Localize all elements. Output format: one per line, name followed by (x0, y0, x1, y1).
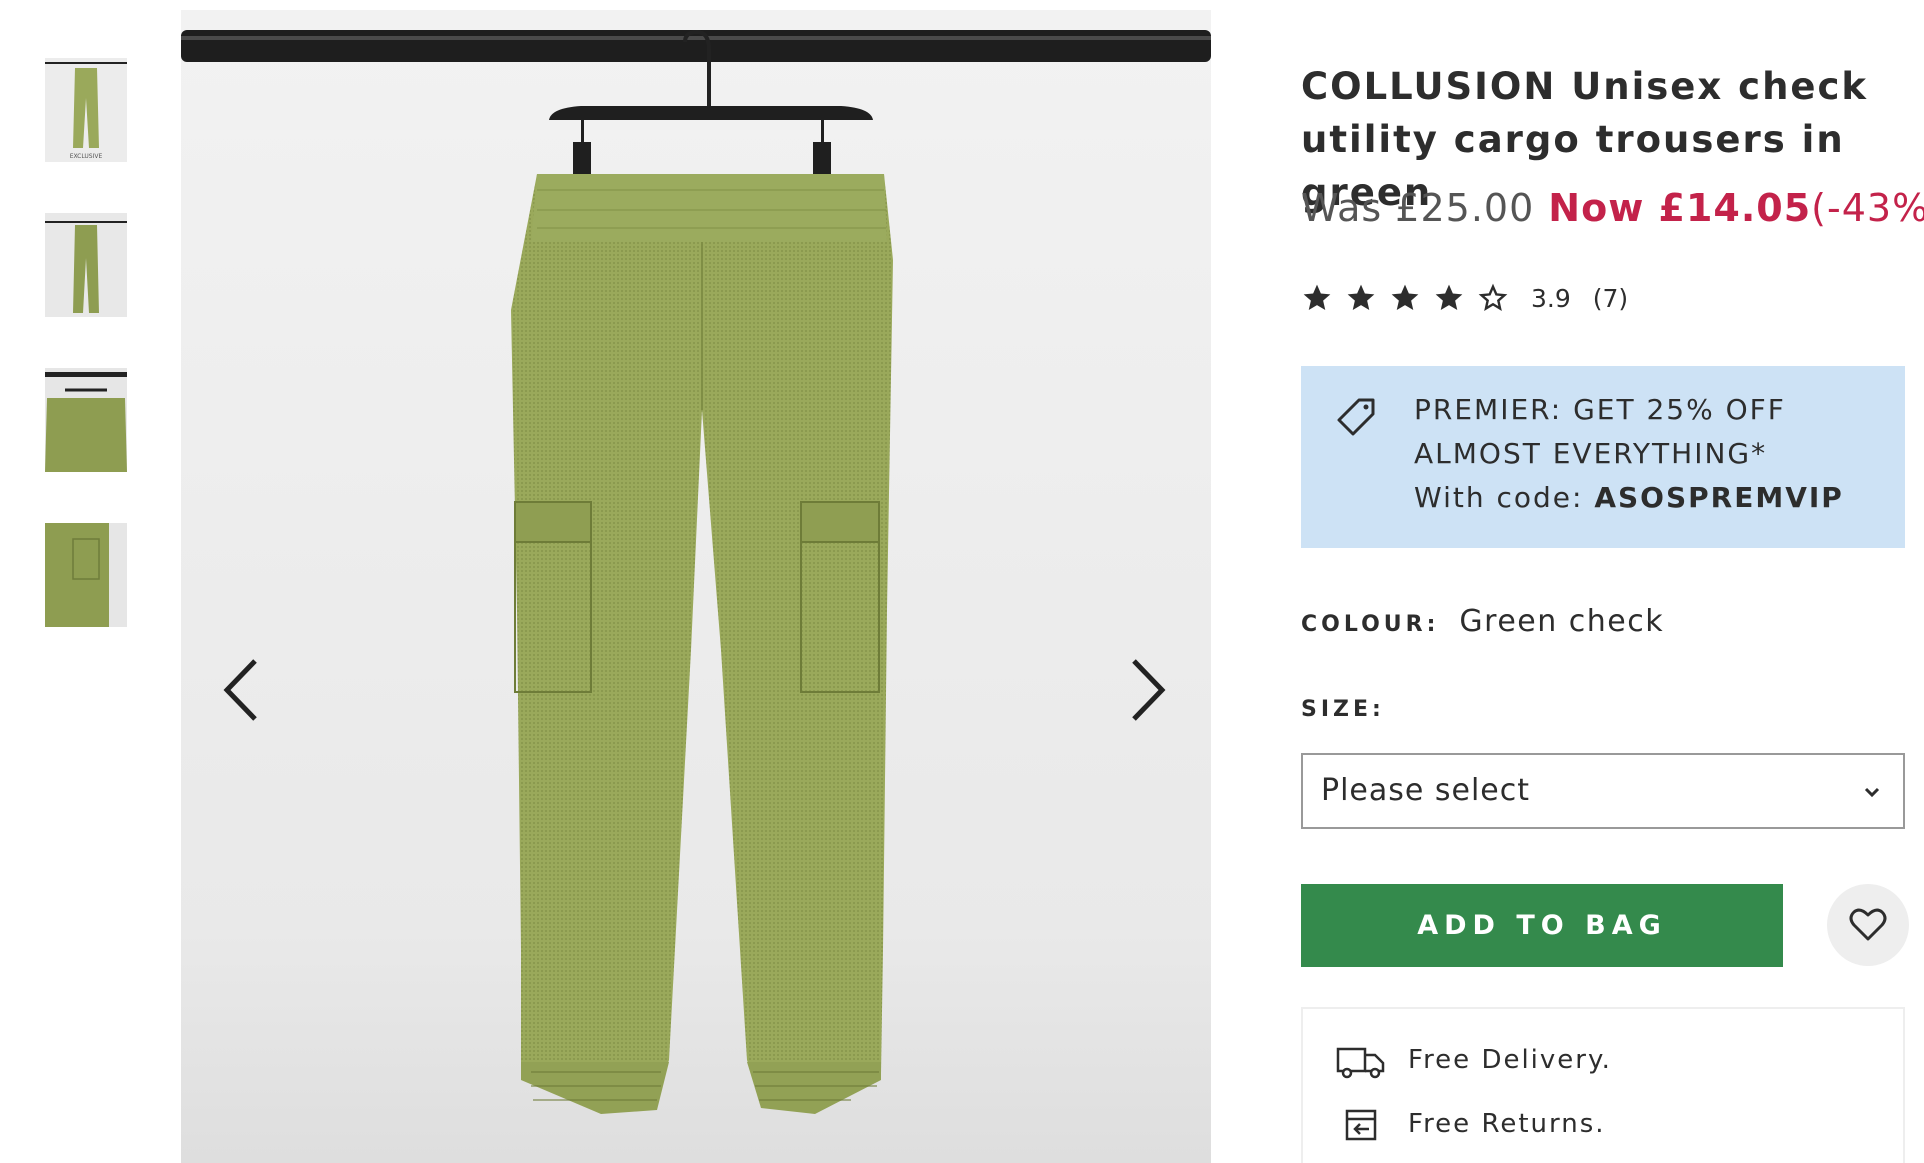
price-row: Was £25.00 Now £14.05(-43%) (1301, 186, 1924, 230)
previous-image-button[interactable] (211, 650, 271, 730)
star-filled-icon (1391, 284, 1419, 310)
rating-value: 3.9 (1531, 283, 1571, 313)
thumbnail-1[interactable]: EXCLUSIVE (45, 58, 127, 162)
thumbnail-3[interactable] (45, 368, 127, 472)
delivery-truck-icon (1336, 1047, 1385, 1079)
chevron-right-icon (1132, 659, 1166, 721)
price-discount: (-43%) (1811, 186, 1924, 230)
next-image-button[interactable] (1118, 650, 1178, 730)
thumbnail-2[interactable] (45, 213, 127, 317)
star-filled-icon (1435, 284, 1463, 310)
star-filled-icon (1347, 284, 1375, 310)
rating-count: (7) (1592, 283, 1629, 313)
chevron-left-icon (223, 659, 257, 721)
thumbnail-4-image (45, 523, 127, 627)
price-now: Now £14.05 (1548, 186, 1812, 230)
colour-value: Green check (1459, 604, 1665, 639)
delivery-info-box: Free Delivery. Free Returns. (1301, 1007, 1905, 1163)
free-returns-text: Free Returns. (1408, 1109, 1606, 1139)
star-outline-icon (1478, 283, 1508, 311)
colour-row: COLOUR: Green check (1301, 604, 1664, 639)
star-filled-icon (1303, 284, 1331, 310)
promo-code-prefix: With code: (1414, 481, 1595, 514)
thumbnail-1-image: EXCLUSIVE (45, 58, 127, 162)
save-for-later-button[interactable] (1827, 884, 1909, 966)
product-info-panel: COLLUSION Unisex check utility cargo tro… (1301, 0, 1924, 1163)
thumbnail-3-image (45, 368, 127, 472)
add-to-bag-button[interactable]: ADD TO BAG (1301, 884, 1783, 967)
product-rating[interactable]: 3.9 (7) (1301, 280, 1628, 316)
thumbnail-2-image (45, 213, 127, 317)
tag-icon (1337, 398, 1375, 436)
free-delivery-text: Free Delivery. (1408, 1045, 1612, 1075)
thumbnail-1-caption: EXCLUSIVE (70, 153, 103, 160)
premier-promo-banner: PREMIER: GET 25% OFF ALMOST EVERYTHING* … (1301, 366, 1905, 548)
thumbnail-4[interactable] (45, 523, 127, 627)
promo-text: PREMIER: GET 25% OFF ALMOST EVERYTHING* … (1414, 388, 1894, 520)
colour-label: COLOUR: (1301, 612, 1440, 637)
price-was: Was £25.00 (1301, 186, 1535, 230)
size-select[interactable]: Please select (1301, 753, 1905, 829)
size-select-value: Please select (1321, 773, 1531, 808)
promo-code: ASOSPREMVIP (1594, 481, 1844, 514)
trousers-photo (181, 10, 1211, 1163)
size-label: SIZE: (1301, 697, 1385, 722)
chevron-down-icon (1864, 787, 1880, 798)
heart-icon (1849, 908, 1887, 941)
returns-icon (1345, 1109, 1377, 1141)
promo-headline: PREMIER: GET 25% OFF ALMOST EVERYTHING* (1414, 393, 1786, 470)
main-product-image (181, 10, 1211, 1163)
